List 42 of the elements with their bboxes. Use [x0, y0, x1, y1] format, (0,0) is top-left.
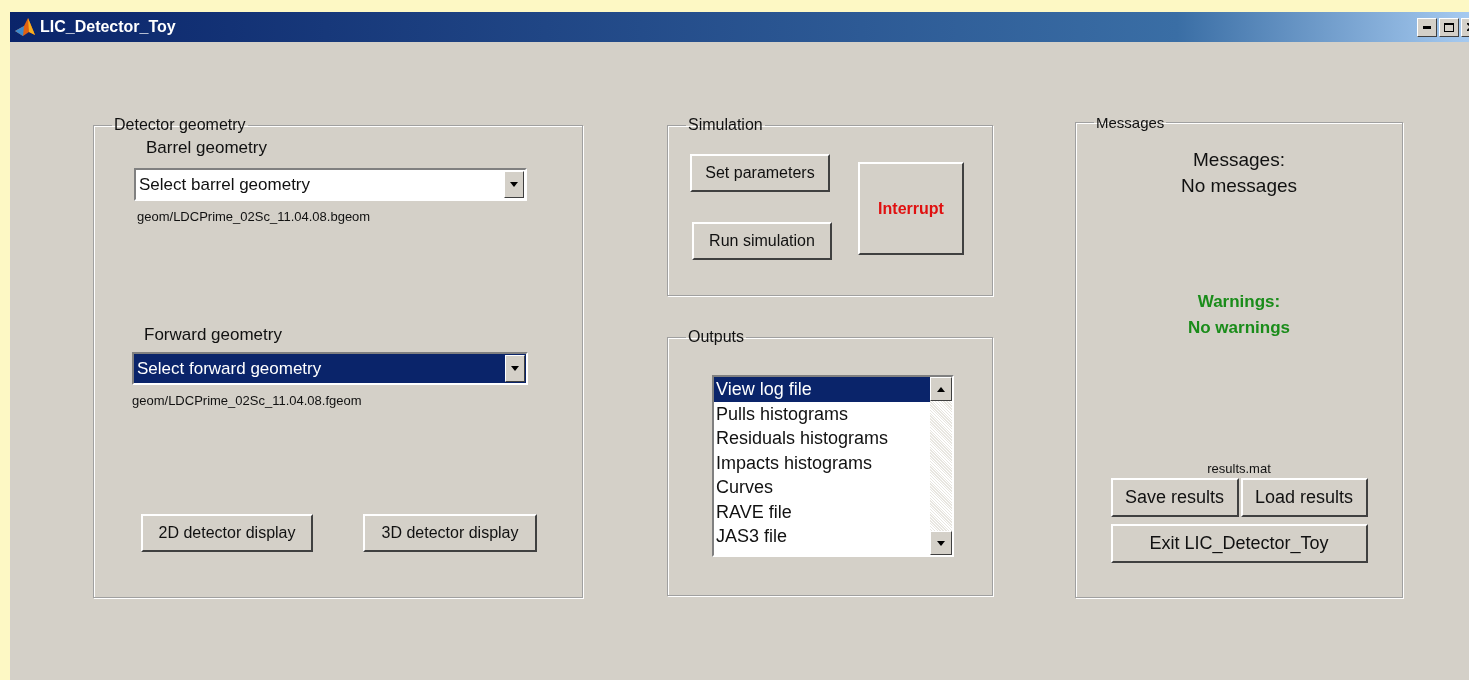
list-item[interactable]: JAS3 file — [714, 524, 930, 549]
exit-button[interactable]: Exit LIC_Detector_Toy — [1110, 524, 1368, 563]
list-item[interactable]: View log file — [714, 377, 930, 402]
list-item[interactable]: RAVE file — [714, 499, 930, 524]
results-button[interactable]: Load results — [1240, 478, 1368, 517]
dropdown-arrow-icon — [511, 366, 519, 371]
list-item[interactable]: Impacts histograms — [714, 450, 930, 475]
results-button[interactable]: Save results — [1110, 478, 1239, 517]
window-title: LIC_Detector_Toy — [40, 18, 176, 36]
panel-title: Simulation — [688, 116, 763, 133]
list-item[interactable]: Pulls histograms — [714, 401, 930, 426]
maximize-icon — [1444, 22, 1454, 32]
message-text: Messages: — [1192, 148, 1286, 172]
message-text: Warnings: — [1196, 291, 1282, 313]
simulation-button[interactable]: Set parameters — [690, 154, 830, 192]
field-label: Forward geometry — [144, 325, 283, 345]
app-logo-icon — [14, 17, 36, 37]
list-item[interactable]: Curves — [714, 475, 930, 500]
display-button[interactable]: 3D detector display — [363, 514, 537, 552]
dropdown-arrow-icon — [510, 182, 518, 187]
display-button[interactable]: 2D detector display — [141, 514, 313, 552]
dropdown[interactable]: Select barrel geometry — [134, 168, 527, 201]
scroll-up-button[interactable] — [930, 377, 952, 401]
dropdown[interactable]: Select forward geometry — [132, 352, 528, 385]
file-path: geom/LDCPrime_02Sc_11.04.08.fgeom — [132, 393, 363, 408]
list-item[interactable]: Residuals histograms — [714, 426, 930, 451]
minimize-icon — [1423, 25, 1431, 29]
panel-title: Messages — [1096, 114, 1165, 131]
panel-title: Detector geometry — [114, 116, 246, 133]
maximize-button[interactable] — [1439, 17, 1459, 37]
message-text: No warnings — [1188, 317, 1290, 339]
panel-title: Outputs — [688, 328, 745, 345]
field-label: Barrel geometry — [146, 138, 268, 158]
output-list[interactable]: View log file Pulls histograms Residuals histograms Impacts histograms Curves RAVE file JAS3 file — [712, 375, 954, 557]
minimize-button[interactable] — [1417, 17, 1437, 37]
up-arrow-icon — [937, 386, 945, 392]
down-arrow-icon — [937, 540, 945, 546]
file-path: geom/LDCPrime_02Sc_11.04.08.bgeom — [137, 209, 372, 224]
file-name: results.mat — [1207, 461, 1271, 476]
simulation-button[interactable]: Run simulation — [692, 222, 832, 260]
scroll-down-button[interactable] — [930, 531, 952, 555]
message-text: No messages — [1180, 174, 1298, 198]
